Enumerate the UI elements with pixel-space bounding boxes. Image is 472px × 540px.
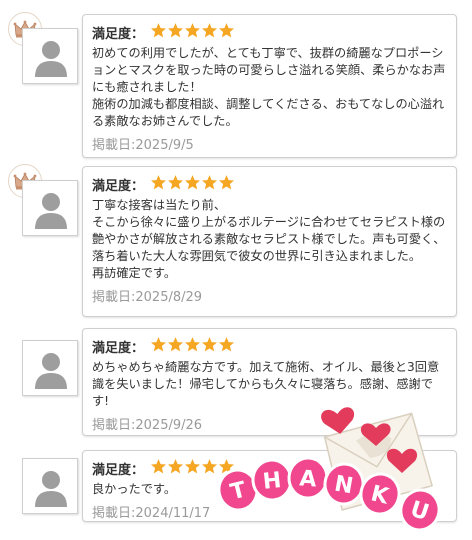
star-icon [219,336,235,351]
star-icon [168,458,184,473]
star-icon [202,174,218,189]
star-rating [150,458,235,479]
review-card: 満足度： めちゃめちゃ綺麗な方です。加えて施術、オイル、最後と3回意識を失いまし… [82,328,457,436]
star-icon [219,458,235,473]
star-icon [151,22,167,37]
review-card: 満足度： 初めての利用でしたが、とても丁寧で、抜群の綺麗なプロポーションとマスク… [82,14,457,158]
satisfaction-label: 満足度： [92,462,145,478]
star-icon [185,336,201,351]
star-icon [168,174,184,189]
review-text: 丁寧な接客は当たり前、 そこから徐々に盛り上がるボルテージに合わせてセラピスト様… [92,198,446,280]
post-date: 掲載日:2025/8/29 [92,290,203,305]
avatar [22,28,78,84]
star-icon [202,22,218,37]
user-silhouette-icon [35,41,67,77]
post-date: 掲載日:2025/9/26 [92,418,203,433]
star-icon [219,22,235,37]
post-date: 掲載日:2025/9/5 [92,138,194,153]
satisfaction-row: 満足度： [92,335,446,357]
star-icon [185,174,201,189]
star-icon [151,174,167,189]
post-date: 掲載日:2024/11/17 [92,506,211,521]
star-icon [219,174,235,189]
star-icon [168,22,184,37]
avatar [22,340,78,396]
review-text: 初めての利用でしたが、とても丁寧で、抜群の綺麗なプロポーションとマスクを取った時… [92,46,446,128]
satisfaction-row: 満足度： [92,173,446,195]
satisfaction-row: 満足度： [92,21,446,43]
review-text: めちゃめちゃ綺麗な方です。加えて施術、オイル、最後と3回意識を失いました！帰宅し… [92,360,440,408]
satisfaction-row: 満足度： [92,457,446,479]
avatar [22,180,78,236]
review-card: 満足度： 丁寧な接客は当たり前、 そこから徐々に盛り上がるボルテージに合わせてセ… [82,166,457,317]
avatar [22,458,78,514]
review-card: 満足度： 良かったです。 掲載日:2024/11/17 [82,450,457,522]
user-silhouette-icon [35,193,67,229]
star-icon [185,22,201,37]
star-icon [185,458,201,473]
satisfaction-label: 満足度： [92,178,145,194]
satisfaction-label: 満足度： [92,340,145,356]
star-rating [150,336,235,357]
star-icon [151,458,167,473]
star-icon [202,458,218,473]
user-silhouette-icon [35,471,67,507]
star-rating [150,22,235,43]
star-icon [168,336,184,351]
user-silhouette-icon [35,353,67,389]
star-icon [202,336,218,351]
satisfaction-label: 満足度： [92,26,145,42]
star-rating [150,174,235,195]
star-icon [151,336,167,351]
review-text: 良かったです。 [92,482,177,496]
